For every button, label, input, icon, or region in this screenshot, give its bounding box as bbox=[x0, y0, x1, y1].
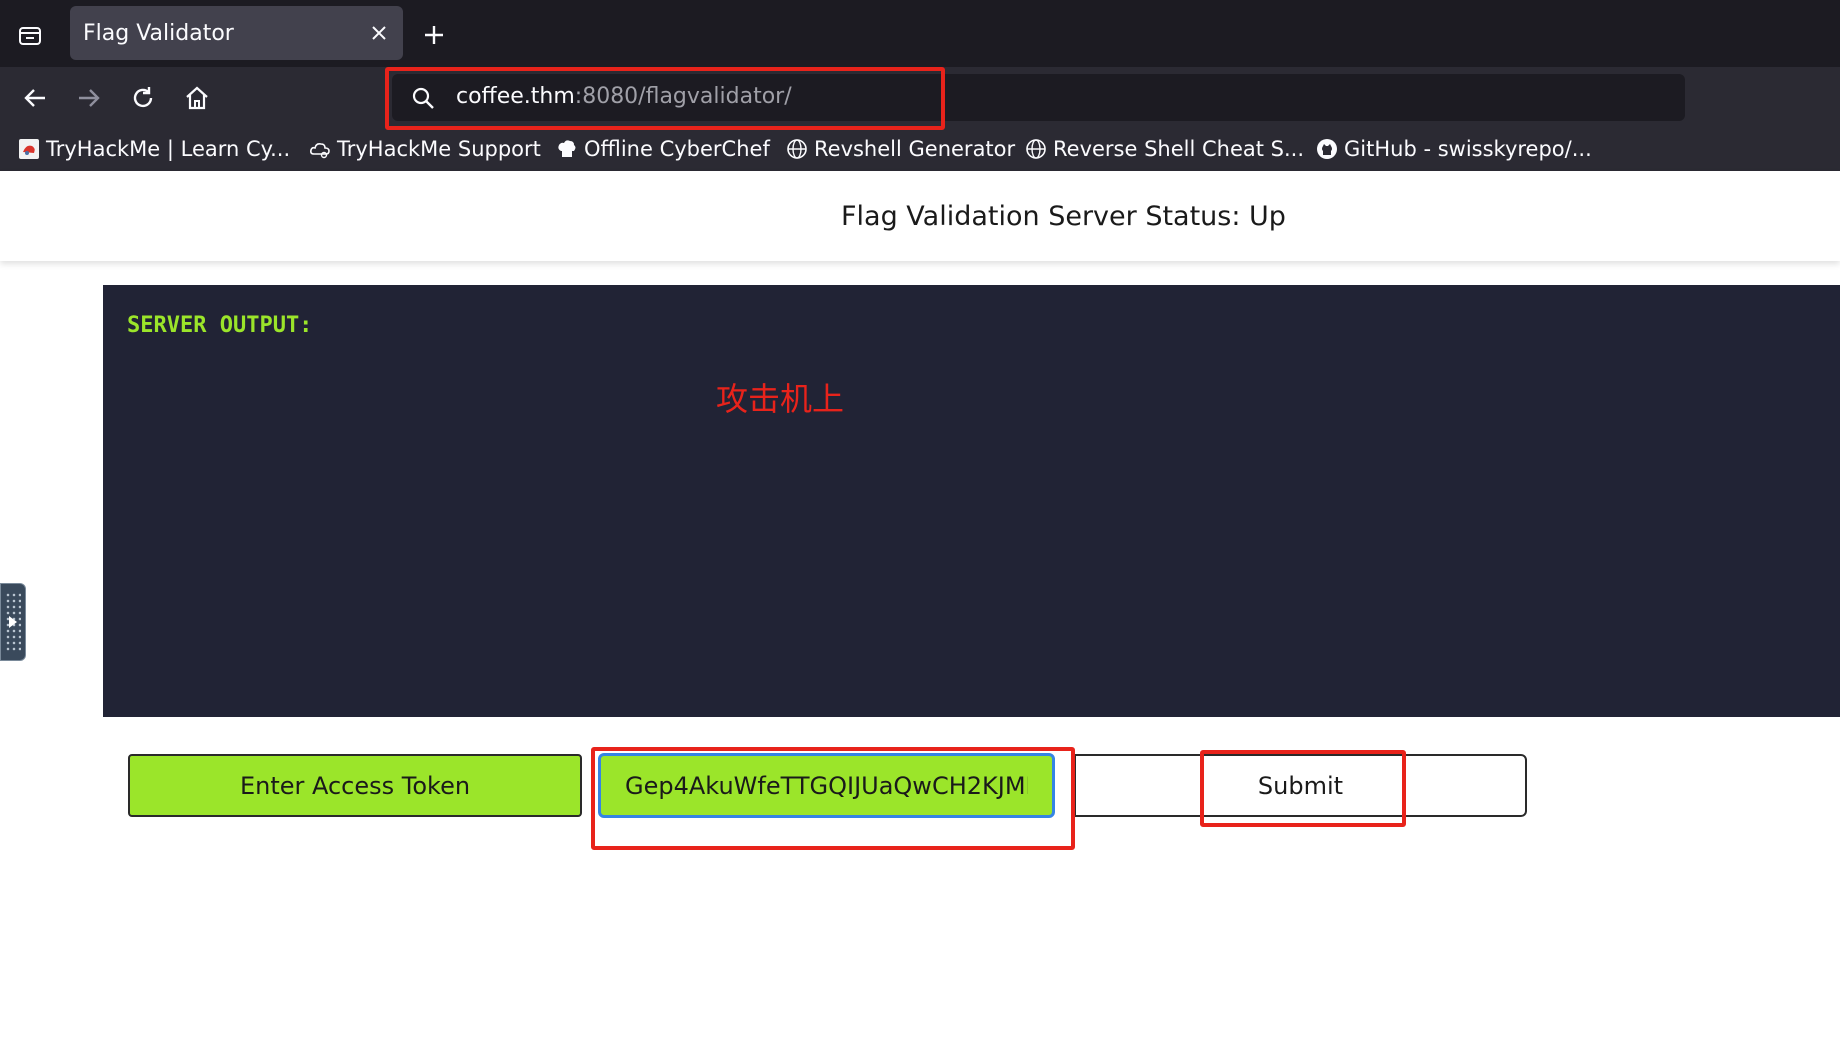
bookmarks-bar: TryHackMe | Learn Cy... TryHackMe Suppor… bbox=[0, 128, 1840, 171]
cloud-icon bbox=[310, 143, 330, 159]
bookmark-reverse-shell-cheat[interactable]: Reverse Shell Cheat S... bbox=[1025, 136, 1304, 162]
globe-icon bbox=[787, 139, 807, 159]
address-bar[interactable]: coffee.thm:8080/flagvalidator/ bbox=[392, 74, 1685, 121]
bookmark-tryhackme-support[interactable]: TryHackMe Support bbox=[309, 136, 541, 162]
tab-list-icon[interactable] bbox=[14, 19, 46, 51]
access-token-input[interactable] bbox=[601, 756, 1052, 815]
back-arrow-icon[interactable] bbox=[18, 81, 52, 115]
url-text: coffee.thm:8080/flagvalidator/ bbox=[456, 84, 792, 109]
page-header: Flag Validation Server Status: Up bbox=[0, 171, 1840, 261]
side-panel-handle[interactable] bbox=[0, 583, 26, 661]
github-icon bbox=[1317, 139, 1337, 159]
submit-button[interactable]: Submit bbox=[1076, 756, 1525, 815]
expand-arrow-icon bbox=[9, 616, 17, 628]
bookmark-label: Offline CyberChef bbox=[584, 137, 770, 161]
tab-flag-validator[interactable]: Flag Validator bbox=[70, 6, 403, 60]
reload-icon[interactable] bbox=[126, 81, 160, 115]
new-tab-icon[interactable] bbox=[420, 21, 448, 49]
annotation-text: 攻击机上 bbox=[716, 380, 845, 418]
search-icon bbox=[412, 87, 434, 109]
bookmark-github[interactable]: GitHub - swisskyrepo/... bbox=[1316, 136, 1592, 162]
close-tab-icon[interactable] bbox=[367, 21, 391, 45]
url-path: :8080/flagvalidator/ bbox=[574, 84, 792, 109]
chef-hat-icon bbox=[558, 140, 576, 157]
bookmark-revshell[interactable]: Revshell Generator bbox=[786, 136, 1015, 162]
browser-tab-bar: Flag Validator bbox=[0, 0, 1840, 67]
tab-title: Flag Validator bbox=[83, 21, 234, 46]
tryhackme-icon bbox=[19, 139, 39, 159]
bookmark-label: TryHackMe Support bbox=[337, 137, 541, 161]
server-status-text: Flag Validation Server Status: Up bbox=[841, 201, 1286, 232]
forward-arrow-icon[interactable] bbox=[72, 81, 106, 115]
submit-wrapper: Submit bbox=[1074, 754, 1527, 817]
bookmark-label: Reverse Shell Cheat S... bbox=[1053, 137, 1305, 161]
bookmark-label: TryHackMe | Learn Cy... bbox=[46, 137, 291, 161]
token-input-wrapper bbox=[598, 753, 1055, 818]
bookmark-label: Revshell Generator bbox=[814, 137, 1016, 161]
bookmark-tryhackme[interactable]: TryHackMe | Learn Cy... bbox=[18, 136, 290, 162]
enter-access-token-button[interactable]: Enter Access Token bbox=[128, 754, 582, 817]
bookmark-label: GitHub - swisskyrepo/... bbox=[1344, 137, 1592, 161]
browser-nav-bar: coffee.thm:8080/flagvalidator/ bbox=[0, 67, 1840, 128]
server-output-panel: SERVER OUTPUT: bbox=[103, 285, 1840, 717]
globe-icon bbox=[1026, 139, 1046, 159]
server-output-label: SERVER OUTPUT: bbox=[127, 313, 313, 338]
bookmark-cyberchef[interactable]: Offline CyberChef bbox=[556, 136, 770, 162]
home-icon[interactable] bbox=[180, 81, 214, 115]
url-host: coffee.thm bbox=[456, 84, 575, 109]
